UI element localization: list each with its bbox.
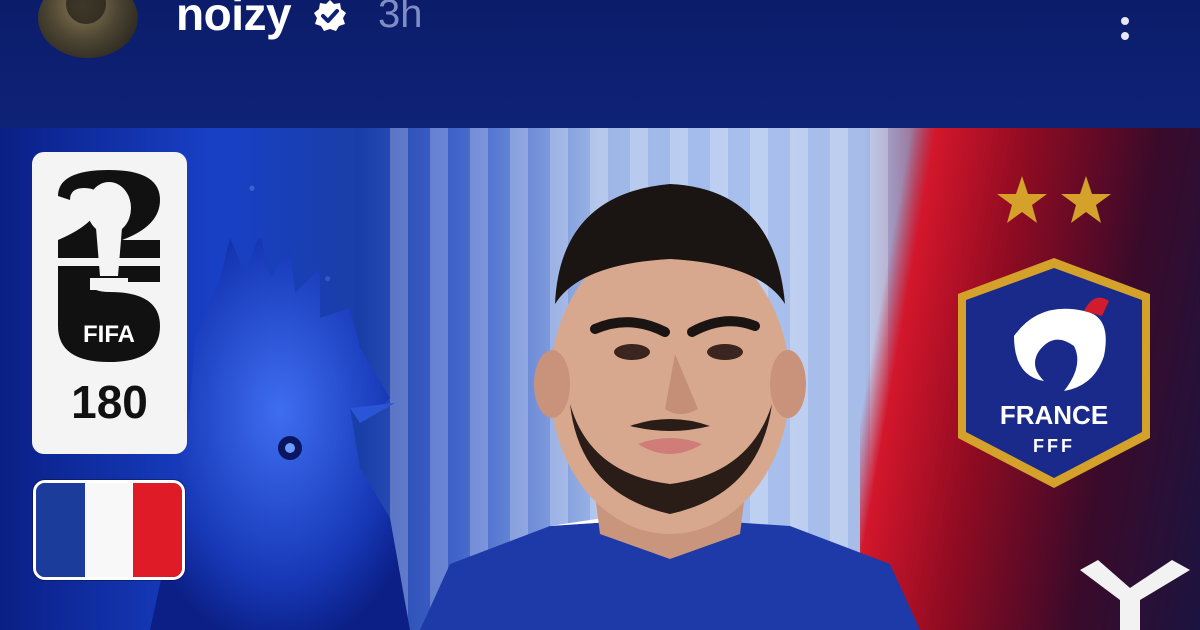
fifa-count: 180 [71, 376, 148, 428]
post-image[interactable]: FIFA 180 FRANCE FFF [0, 128, 1200, 630]
crest-country-text: FRANCE [1000, 400, 1108, 430]
france-fff-crest: FRANCE FFF [958, 176, 1150, 488]
username[interactable]: noizy [176, 0, 292, 44]
partial-letter-graphic [1080, 560, 1190, 630]
france-flag-icon [33, 480, 185, 580]
player-portrait [420, 184, 920, 630]
more-vertical-icon [1121, 17, 1129, 25]
fifa-text: FIFA [83, 321, 135, 348]
avatar[interactable] [38, 0, 138, 58]
fifa-2026-logo: FIFA [58, 170, 160, 362]
more-options-button[interactable] [1108, 0, 1142, 40]
crest-federation-text: FFF [1033, 436, 1075, 456]
verified-badge-icon [314, 0, 346, 31]
post-header: noizy 3h [0, 0, 1200, 128]
fifa-world-cup-badge: FIFA 180 [32, 152, 187, 454]
post-timestamp: 3h [378, 0, 423, 36]
